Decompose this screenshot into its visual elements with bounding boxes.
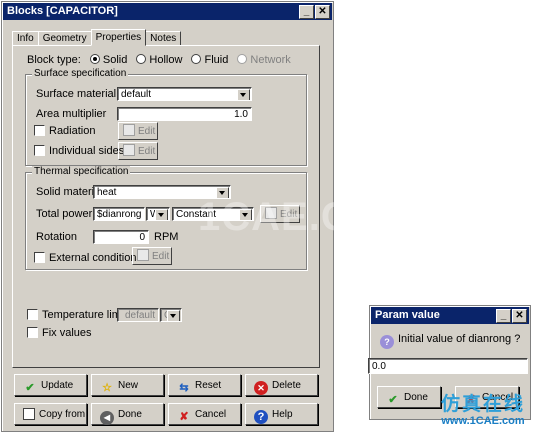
radiation-edit-button[interactable]: Edit bbox=[118, 122, 158, 140]
watermark: 1CAE.COM bbox=[198, 195, 418, 239]
surface-material-label: Surface material bbox=[36, 88, 117, 100]
blocks-window: Blocks [CAPACITOR] _ ✕ Info Geometry Pro… bbox=[1, 1, 416, 432]
individual-edit-button[interactable]: Edit bbox=[118, 142, 158, 160]
star-icon: ☆ bbox=[102, 382, 112, 394]
external-conditions-checkbox[interactable]: External conditions bbox=[34, 252, 142, 264]
tab-properties[interactable]: Properties bbox=[90, 29, 147, 46]
delete-icon: ✕ bbox=[254, 381, 268, 395]
cancel-x-icon: ✘ bbox=[179, 411, 189, 423]
minimize-icon[interactable]: _ bbox=[299, 5, 314, 19]
chevron-down-icon bbox=[237, 89, 250, 100]
param-value-input[interactable]: 0.0 bbox=[368, 358, 528, 374]
chevron-down-icon bbox=[155, 209, 168, 220]
individual-sides-checkbox[interactable]: Individual sides bbox=[34, 145, 124, 157]
help-icon: ? bbox=[254, 410, 268, 424]
checkbox-icon bbox=[27, 309, 38, 320]
radio-solid[interactable]: Solid bbox=[89, 54, 127, 66]
external-edit-button[interactable]: Edit bbox=[132, 247, 172, 265]
close-icon[interactable]: ✕ bbox=[315, 5, 330, 19]
radio-off-icon bbox=[191, 54, 202, 64]
reset-icon: ⇆ bbox=[179, 382, 189, 394]
param-titlebar: Param value _ ✕ bbox=[371, 307, 529, 324]
temperature-unit-select[interactable]: C bbox=[160, 308, 182, 322]
block-type-row: Block type: Solid Hollow Fluid Network bbox=[27, 54, 291, 66]
checkbox-icon bbox=[34, 145, 45, 156]
copy-from-button[interactable]: Copy from bbox=[14, 403, 87, 425]
tab-info[interactable]: Info bbox=[12, 31, 39, 46]
chevron-down-icon bbox=[167, 310, 180, 321]
radio-hollow[interactable]: Hollow bbox=[136, 54, 182, 66]
tab-notes[interactable]: Notes bbox=[145, 31, 182, 46]
delete-button[interactable]: ✕ Delete bbox=[245, 374, 318, 396]
edit-icon bbox=[123, 124, 135, 136]
blocks-title: Blocks [CAPACITOR] bbox=[7, 5, 118, 17]
param-prompt: Initial value of dianrong ? bbox=[398, 333, 521, 345]
radio-off-icon bbox=[136, 54, 147, 64]
tab-bar: Info Geometry Properties Notes bbox=[12, 29, 182, 46]
brand-url: www.1CAE.com bbox=[441, 415, 525, 427]
reset-button[interactable]: ⇆ Reset bbox=[168, 374, 241, 396]
block-type-label: Block type: bbox=[27, 54, 81, 66]
question-icon: ? bbox=[380, 335, 394, 349]
radio-fluid[interactable]: Fluid bbox=[191, 54, 228, 66]
radio-network[interactable]: Network bbox=[237, 54, 291, 66]
cancel-button[interactable]: ✘ Cancel bbox=[168, 403, 241, 425]
done-icon: ◀ bbox=[100, 411, 114, 425]
surface-group-title: Surface specification bbox=[32, 68, 129, 79]
update-button[interactable]: ✔ Update bbox=[14, 374, 87, 396]
checkbox-icon bbox=[34, 252, 45, 263]
area-multiplier-label: Area multiplier bbox=[36, 108, 107, 120]
minimize-icon[interactable]: _ bbox=[496, 309, 511, 323]
rotation-unit: RPM bbox=[154, 231, 179, 243]
surface-group: Surface specification Surface material d… bbox=[25, 68, 307, 166]
tab-geometry[interactable]: Geometry bbox=[37, 31, 92, 46]
blocks-titlebar: Blocks [CAPACITOR] _ ✕ bbox=[3, 3, 332, 20]
fix-values-checkbox[interactable]: Fix values bbox=[27, 327, 92, 339]
area-multiplier-input[interactable]: 1.0 bbox=[117, 107, 252, 121]
checkbox-icon bbox=[34, 125, 45, 136]
power-unit-select[interactable]: W bbox=[146, 207, 170, 221]
param-prompt-row: ? Initial value of dianrong ? bbox=[380, 333, 520, 349]
edit-icon bbox=[137, 249, 149, 261]
check-icon: ✔ bbox=[25, 382, 35, 394]
total-power-label: Total power bbox=[36, 208, 93, 220]
help-button[interactable]: ? Help bbox=[245, 403, 318, 425]
radiation-checkbox[interactable]: Radiation bbox=[34, 125, 95, 137]
thermal-group-title: Thermal specification bbox=[32, 166, 131, 177]
checkbox-icon bbox=[27, 327, 38, 338]
rotation-label: Rotation bbox=[36, 231, 77, 243]
temperature-limit-checkbox[interactable]: Temperature limit bbox=[27, 309, 126, 321]
radio-on-icon bbox=[89, 54, 100, 64]
radio-off-icon bbox=[237, 54, 248, 64]
param-title: Param value bbox=[375, 309, 440, 321]
total-power-input[interactable]: $dianrong bbox=[93, 207, 145, 221]
rotation-input[interactable]: 0 bbox=[93, 230, 149, 244]
done-button[interactable]: ◀ Done bbox=[91, 403, 164, 425]
edit-icon bbox=[123, 144, 135, 156]
brand-logo: 仿真在线 www.1CAE.com bbox=[428, 394, 538, 428]
temperature-limit-input[interactable]: default bbox=[117, 308, 159, 322]
new-button[interactable]: ☆ New bbox=[91, 374, 164, 396]
check-icon: ✔ bbox=[388, 394, 398, 406]
copy-icon bbox=[23, 408, 35, 420]
brand-cn: 仿真在线 bbox=[440, 393, 525, 415]
surface-material-select[interactable]: default bbox=[117, 87, 252, 101]
close-icon[interactable]: ✕ bbox=[512, 309, 527, 323]
